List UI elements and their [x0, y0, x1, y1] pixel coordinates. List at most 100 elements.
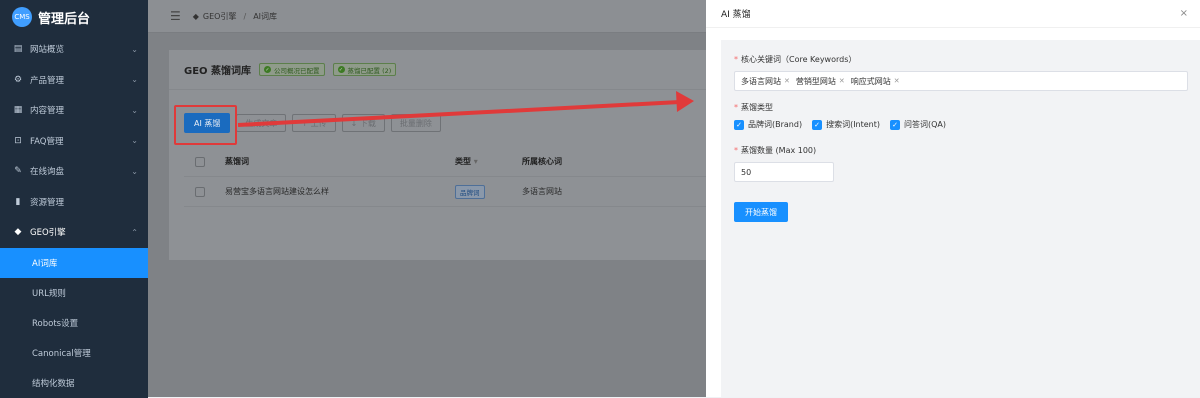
- card-header: GEO 蒸馏词库 ✓ 公司概况已配置 ✓ 蒸馏已配置 (2): [169, 50, 706, 90]
- keywords-input[interactable]: 多语言网站 ✕ 营销型网站 ✕ 响应式网站 ✕: [734, 71, 1188, 91]
- chevron-icon: ⌄: [131, 44, 138, 54]
- sidebar-item-label: 在线询盘: [30, 167, 65, 178]
- book-icon: ⊡: [14, 135, 22, 146]
- drawer-form: * 核心关键词（Core Keywords） 多语言网站 ✕ 营销型网站 ✕ 响应式网站…: [721, 40, 1200, 397]
- logo-badge: CMS: [12, 7, 32, 27]
- word-library-card: GEO 蒸馏词库 ✓ 公司概况已配置 ✓ 蒸馏已配置 (2) AI 蒸馏 生成文…: [169, 50, 706, 260]
- table-row: 易营宝多语言网站建设怎么样 品牌词 多语言网站: [184, 177, 706, 207]
- main-content: ☰ ◆ GEO引擎 / AI词库 GEO 蒸馏词库 ✓ 公司概况已配置 ✓ 蒸馏…: [148, 0, 706, 397]
- keyword-tag: 营销型网站 ✕: [796, 76, 845, 87]
- sidebar-item-label: 产品管理: [30, 75, 65, 86]
- submenu-item[interactable]: URL规则: [0, 277, 148, 308]
- required-mark: *: [734, 146, 738, 155]
- core-keywords-label: * 核心关键词（Core Keywords）: [734, 54, 1188, 65]
- check-circle-icon: ✓: [264, 66, 272, 73]
- required-mark: *: [734, 103, 738, 112]
- sidebar-item[interactable]: ✎ 在线询盘 ⌄: [0, 156, 148, 187]
- checkbox-label: 搜索词(Intent): [826, 120, 881, 129]
- sidebar-item[interactable]: ▤ 网站概览 ⌄: [0, 34, 148, 65]
- distill-type-group: ✓ 品牌词(Brand) ✓ 搜索词(Intent) ✓ 问答词(QA): [734, 119, 1188, 130]
- sidebar-item-label: 资源管理: [30, 197, 65, 208]
- upload-button[interactable]: ↑ 上传: [292, 114, 336, 132]
- distill-type-checkbox[interactable]: ✓ 品牌词(Brand): [734, 119, 802, 130]
- chevron-icon: ⌄: [131, 136, 138, 146]
- chevron-icon: ⌄: [131, 75, 138, 85]
- submenu-item[interactable]: 结构化数据: [0, 368, 148, 398]
- distill-configured-tag: ✓ 蒸馏已配置 (2): [332, 63, 397, 76]
- document-icon: ▦: [13, 105, 23, 116]
- distill-type-checkbox[interactable]: ✓ 搜索词(Intent): [812, 119, 880, 130]
- sidebar-item-label: FAQ管理: [30, 136, 64, 147]
- breadcrumb-separator: /: [243, 11, 247, 21]
- breadcrumb-root[interactable]: GEO引擎: [203, 11, 237, 22]
- remove-tag-icon[interactable]: ✕: [784, 77, 790, 85]
- folder-icon: ▮: [15, 196, 21, 207]
- sidebar-item[interactable]: ▮ 资源管理: [0, 187, 148, 218]
- diamond-icon: ◆: [192, 11, 199, 21]
- menu-toggle-icon[interactable]: ☰: [170, 9, 181, 23]
- remove-tag-icon[interactable]: ✕: [894, 77, 900, 85]
- header-word: 蒸馏词: [225, 157, 249, 166]
- sidebar-item-label: GEO引擎: [30, 228, 66, 239]
- header-type[interactable]: 类型 ▾: [455, 156, 522, 167]
- checkbox-label: 品牌词(Brand): [748, 120, 803, 129]
- generate-article-button[interactable]: 生成文章: [236, 114, 287, 132]
- sidebar-item-label: 内容管理: [30, 106, 65, 117]
- label-text: 蒸馏类型: [741, 103, 773, 112]
- sidebar-item[interactable]: ◆ GEO引擎 ⌃: [0, 217, 148, 248]
- diamond-icon: ◆: [14, 227, 22, 238]
- sort-icon: ▾: [473, 157, 478, 166]
- keyword-tag-label: 响应式网站: [850, 76, 891, 86]
- sidebar: CMS 管理后台 ▤ 网站概览 ⌄ ⚙ 产品管理 ⌄ ▦ 内容管理 ⌄ ⊡ FAQ管理 ⌄ ✎ 在线询盘 ⌄…: [0, 0, 148, 398]
- select-all-checkbox[interactable]: [195, 156, 205, 167]
- keyword-tag: 响应式网站 ✕: [851, 76, 900, 87]
- keyword-tag-label: 营销型网站: [795, 76, 836, 86]
- card-title: GEO 蒸馏词库: [184, 66, 252, 77]
- sidebar-item[interactable]: ⚙ 产品管理 ⌄: [0, 65, 148, 96]
- submenu-item[interactable]: AI词库: [0, 247, 148, 278]
- check-circle-icon: ✓: [337, 66, 345, 73]
- row-checkbox[interactable]: [195, 186, 205, 197]
- checkbox-label: 问答词(QA): [904, 120, 947, 129]
- start-distill-button[interactable]: 开始蒸馏: [734, 202, 788, 222]
- checkbox-checked-icon: ✓: [734, 119, 744, 130]
- batch-delete-button[interactable]: 批量删除: [390, 114, 441, 132]
- submenu-item[interactable]: Canonical管理: [0, 338, 148, 369]
- download-button[interactable]: ↓ 下载: [341, 114, 385, 132]
- label-text: 蒸馏数量 (Max 100): [741, 146, 817, 155]
- sidebar-item[interactable]: ⊡ FAQ管理 ⌄: [0, 126, 148, 157]
- drawer-header: AI 蒸馏 ×: [706, 0, 1200, 28]
- drawer-title: AI 蒸馏: [721, 10, 751, 20]
- count-input[interactable]: 50: [734, 162, 834, 182]
- chevron-icon: ⌄: [131, 166, 138, 176]
- keyword-tag: 多语言网站 ✕: [741, 76, 790, 87]
- close-icon[interactable]: ×: [1180, 8, 1188, 19]
- remove-tag-icon[interactable]: ✕: [839, 77, 845, 85]
- tag-label: 公司概况已配置: [274, 66, 320, 75]
- logo: CMS 管理后台: [0, 0, 148, 34]
- ai-distill-drawer: AI 蒸馏 × * 核心关键词（Core Keywords） 多语言网站 ✕ 营销型…: [706, 0, 1200, 397]
- word-table: 蒸馏词 类型 ▾ 所属核心词 易营宝多语言网站建设怎么样 品牌词 多语言网站: [184, 147, 706, 207]
- table-header: 蒸馏词 类型 ▾ 所属核心词: [184, 147, 706, 177]
- chevron-icon: ⌄: [131, 105, 138, 115]
- checkbox-checked-icon: ✓: [812, 119, 823, 130]
- sidebar-item-label: 网站概览: [30, 45, 65, 56]
- sidebar-item[interactable]: ▦ 内容管理 ⌄: [0, 95, 148, 126]
- chevron-icon: ⌃: [131, 227, 138, 237]
- keyword-tag-label: 多语言网站: [741, 76, 781, 86]
- header-type-label: 类型: [455, 157, 471, 166]
- label-text: 核心关键词（Core Keywords）: [741, 55, 857, 64]
- distill-type-checkbox[interactable]: ✓ 问答词(QA): [890, 119, 946, 130]
- topbar: ☰ ◆ GEO引擎 / AI词库: [148, 0, 706, 33]
- header-core: 所属核心词: [522, 157, 562, 166]
- app-title: 管理后台: [38, 11, 91, 27]
- submenu-item[interactable]: Robots设置: [0, 307, 148, 339]
- company-configured-tag: ✓ 公司概况已配置: [259, 63, 325, 76]
- cell-core: 多语言网站: [522, 187, 562, 196]
- cell-word: 易营宝多语言网站建设怎么样: [225, 187, 329, 196]
- chat-icon: ✎: [14, 166, 22, 177]
- highlight-box: [174, 105, 237, 145]
- required-mark: *: [734, 55, 738, 64]
- checkbox-checked-icon: ✓: [890, 119, 901, 130]
- distill-type-label: * 蒸馏类型: [734, 102, 1188, 113]
